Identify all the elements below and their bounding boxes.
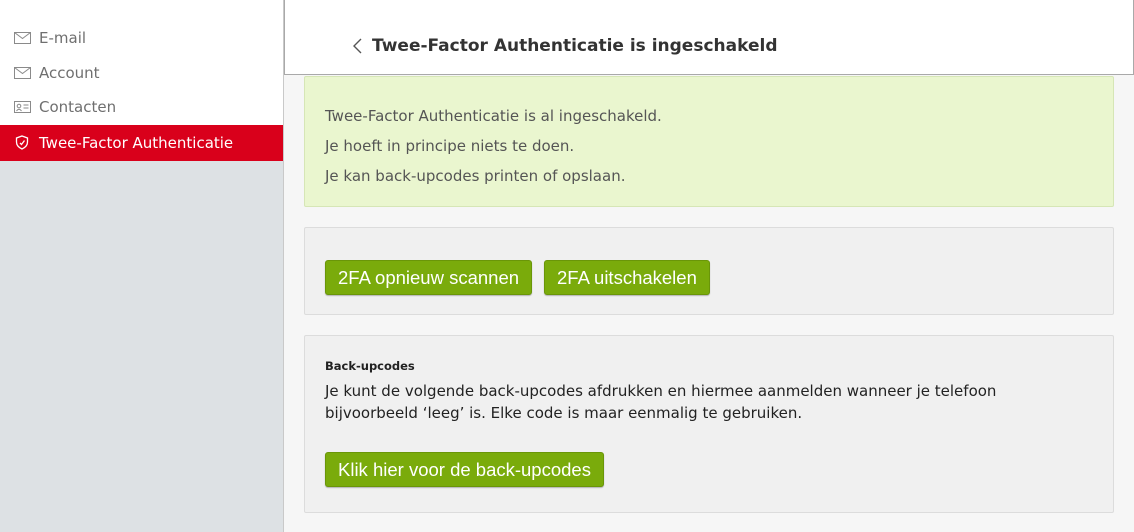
alert-line: Je hoeft in principe niets te doen.	[325, 137, 575, 155]
sidebar-item-email[interactable]: E-mail	[0, 21, 284, 56]
sidebar-item-twee-factor[interactable]: Twee-Factor Authenticatie	[0, 124, 284, 161]
sidebar-nav: E-mail Account Contacten Twee-Factor Aut…	[0, 0, 284, 161]
rescan-2fa-button[interactable]: 2FA opnieuw scannen	[325, 260, 533, 295]
alert-line: Twee-Factor Authenticatie is al ingescha…	[325, 107, 662, 125]
sidebar-item-label: E-mail	[39, 29, 87, 48]
page-title: Twee-Factor Authenticatie is ingeschakel…	[372, 36, 778, 56]
shield-icon	[13, 135, 31, 150]
page-header: Twee-Factor Authenticatie is ingeschakel…	[284, 0, 1134, 75]
mail-icon	[13, 31, 31, 45]
chevron-left-icon[interactable]	[351, 36, 365, 56]
show-backup-codes-button[interactable]: Klik hier voor de back-upcodes	[325, 452, 604, 487]
sidebar-item-label: Contacten	[39, 98, 117, 117]
status-alert: Twee-Factor Authenticatie is al ingescha…	[304, 76, 1114, 207]
sidebar-item-label: Twee-Factor Authenticatie	[39, 133, 234, 152]
disable-2fa-button[interactable]: 2FA uitschakelen	[544, 260, 710, 295]
backup-codes-description: Je kunt de volgende back-upcodes afdrukk…	[325, 382, 997, 422]
mail-icon	[13, 66, 31, 80]
main-content: Twee-Factor Authenticatie is ingeschakel…	[284, 0, 1134, 532]
contact-card-icon	[13, 100, 31, 114]
sidebar-item-account[interactable]: Account	[0, 56, 284, 91]
sidebar-item-label: Account	[39, 63, 100, 82]
backup-codes-heading: Back-upcodes	[325, 359, 415, 373]
actions-panel: 2FA opnieuw scannen 2FA uitschakelen	[304, 227, 1114, 315]
sidebar-item-contacten[interactable]: Contacten	[0, 90, 284, 125]
sidebar: E-mail Account Contacten Twee-Factor Aut…	[0, 0, 284, 532]
alert-line: Je kan back-upcodes printen of opslaan.	[325, 167, 626, 185]
backup-codes-panel: Back-upcodes Je kunt de volgende back-up…	[304, 335, 1114, 513]
